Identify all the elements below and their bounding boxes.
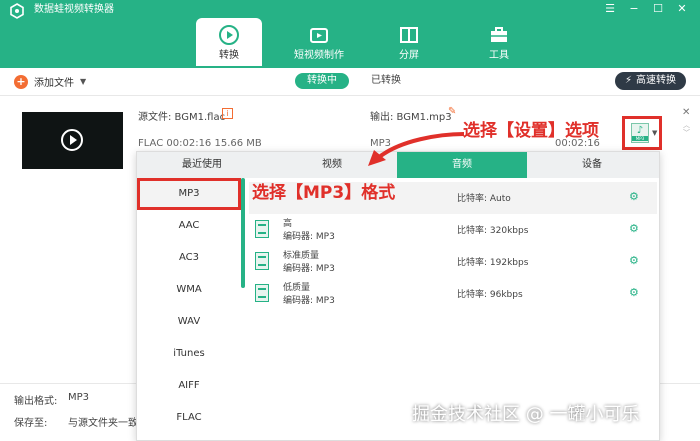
minimize-icon[interactable]: − — [626, 2, 642, 16]
format-item-wav[interactable]: WAV — [137, 306, 241, 338]
format-settings-button[interactable]: ♪ MP3 ▼ — [622, 116, 662, 150]
quality-title: 高 — [283, 219, 293, 229]
tab-device[interactable]: 设备 — [527, 152, 657, 178]
tab-tools[interactable]: 工具 — [466, 18, 532, 66]
quality-bitrate: 比特率: Auto — [457, 194, 511, 204]
app-logo-icon — [10, 3, 24, 19]
menu-icon[interactable]: ☰ — [602, 2, 618, 16]
tab-convert[interactable]: 转换 — [196, 18, 262, 66]
format-panel: 最近使用 视频 音频 设备 MP3 AAC AC3 WMA WAV iTunes… — [136, 151, 660, 441]
annotation-settings: 选择【设置】选项 — [463, 121, 599, 141]
format-item-aiff[interactable]: AIFF — [137, 370, 241, 402]
short-video-icon — [310, 28, 328, 43]
output-format-row: 输出格式: MP3 — [14, 392, 89, 407]
quality-encoder: 编码器: MP3 — [283, 264, 335, 274]
source-file-name: 源文件: BGM1.flac — [138, 112, 226, 123]
quality-row[interactable]: 高 编码器: MP3 比特率: 320kbps ⚙ — [249, 214, 657, 246]
app-header: 数据蛙视频转换器 ☰ − ☐ ✕ 转换 短视频制作 分屏 工具 — [0, 0, 700, 68]
quality-row[interactable]: 标准质量 编码器: MP3 比特率: 192kbps ⚙ — [249, 246, 657, 278]
split-screen-icon — [400, 27, 418, 43]
chevron-down-icon[interactable]: ▼ — [80, 77, 86, 86]
tab-split-screen[interactable]: 分屏 — [376, 18, 442, 66]
app-title: 数据蛙视频转换器 — [34, 4, 114, 15]
gear-icon[interactable]: ⚙ — [629, 190, 639, 203]
tab-recent[interactable]: 最近使用 — [137, 152, 267, 178]
save-to-label: 保存至: — [14, 418, 48, 429]
annotation-mp3: 选择【MP3】格式 — [252, 183, 396, 203]
chevron-down-icon: ▼ — [652, 129, 658, 137]
add-file-label: 添加文件 — [34, 78, 74, 89]
add-file-button[interactable]: + 添加文件 ▼ — [14, 74, 86, 89]
audio-format-icon: ♪ MP3 — [631, 123, 649, 143]
save-to-row: 保存至: 与源文件夹一致 — [14, 414, 138, 429]
source-file-info: FLAC 00:02:16 15.66 MB — [138, 138, 262, 149]
tab-converting[interactable]: 转换中 — [295, 73, 349, 89]
plus-icon: + — [14, 74, 28, 89]
lightning-icon: ⚡ — [624, 75, 632, 86]
close-icon[interactable]: ✕ — [674, 2, 690, 16]
gear-icon[interactable]: ⚙ — [629, 222, 639, 235]
move-down-icon[interactable]: ﹀ — [683, 128, 690, 138]
window-controls: ☰ − ☐ ✕ — [602, 2, 690, 16]
play-icon[interactable] — [61, 129, 83, 151]
edit-icon[interactable]: ✎ — [448, 106, 456, 117]
audio-quality-icon — [255, 252, 269, 270]
gear-icon[interactable]: ⚙ — [629, 286, 639, 299]
output-file-name: 输出: BGM1.mp3 — [370, 112, 452, 123]
format-list: MP3 AAC AC3 WMA WAV iTunes AIFF FLAC — [137, 178, 241, 440]
quality-title: 标准质量 — [283, 251, 320, 261]
convert-icon — [219, 25, 239, 45]
quality-bitrate: 比特率: 320kbps — [457, 226, 529, 236]
format-list-scrollbar[interactable] — [241, 178, 245, 288]
main-tabs: 转换 短视频制作 分屏 工具 — [196, 18, 556, 66]
quality-encoder: 编码器: MP3 — [283, 232, 335, 242]
quality-title: 低质量 — [283, 283, 311, 293]
format-item-aac[interactable]: AAC — [137, 210, 241, 242]
toolbox-icon — [491, 27, 507, 42]
info-icon[interactable]: i — [222, 108, 233, 119]
output-format-value[interactable]: MP3 — [68, 392, 89, 407]
quality-bitrate: 比特率: 192kbps — [457, 258, 529, 268]
remove-file-icon[interactable]: ✕ — [682, 107, 690, 118]
format-item-itunes[interactable]: iTunes — [137, 338, 241, 370]
watermark: 掘金技术社区 @ 一罐小可乐 — [412, 404, 640, 425]
format-item-wma[interactable]: WMA — [137, 274, 241, 306]
quality-row[interactable]: 低质量 编码器: MP3 比特率: 96kbps ⚙ — [249, 278, 657, 310]
tab-short-video[interactable]: 短视频制作 — [286, 18, 352, 66]
audio-quality-icon — [255, 220, 269, 238]
quality-bitrate: 比特率: 96kbps — [457, 290, 523, 300]
video-thumbnail[interactable] — [22, 112, 123, 169]
output-format-label: 输出格式: — [14, 396, 58, 407]
tab-converted[interactable]: 已转换 — [359, 73, 413, 89]
format-item-mp3[interactable]: MP3 — [137, 178, 241, 210]
annotation-arrow — [368, 132, 465, 166]
format-item-flac[interactable]: FLAC — [137, 402, 241, 434]
maximize-icon[interactable]: ☐ — [650, 2, 666, 16]
fast-convert-button[interactable]: ⚡ 高速转换 — [614, 72, 686, 90]
format-item-ac3[interactable]: AC3 — [137, 242, 241, 274]
quality-encoder: 编码器: MP3 — [283, 296, 335, 306]
save-to-value[interactable]: 与源文件夹一致 — [68, 414, 138, 429]
audio-quality-icon — [255, 284, 269, 302]
toolbar: + 添加文件 ▼ 转换中 已转换 ⚡ 高速转换 — [0, 68, 700, 96]
gear-icon[interactable]: ⚙ — [629, 254, 639, 267]
status-tabs: 转换中 已转换 — [295, 73, 413, 89]
